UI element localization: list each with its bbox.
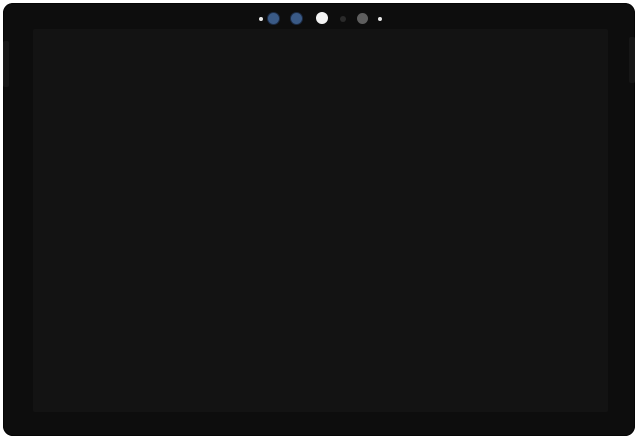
- ir-camera-icon: [291, 13, 302, 24]
- ir-emitter-icon: [357, 13, 368, 24]
- front-camera-icon: [316, 12, 328, 24]
- sensor-bar: [255, 11, 387, 27]
- tablet-device: [3, 3, 635, 436]
- ir-camera-icon: [268, 13, 279, 24]
- indicator-led-left-icon: [259, 17, 263, 21]
- ambient-light-sensor-icon: [340, 16, 346, 22]
- indicator-led-right-icon: [378, 17, 382, 21]
- display-screen: [33, 29, 608, 412]
- tablet-stage: [0, 0, 640, 440]
- side-button-left: [3, 41, 9, 87]
- side-button-right: [629, 37, 635, 83]
